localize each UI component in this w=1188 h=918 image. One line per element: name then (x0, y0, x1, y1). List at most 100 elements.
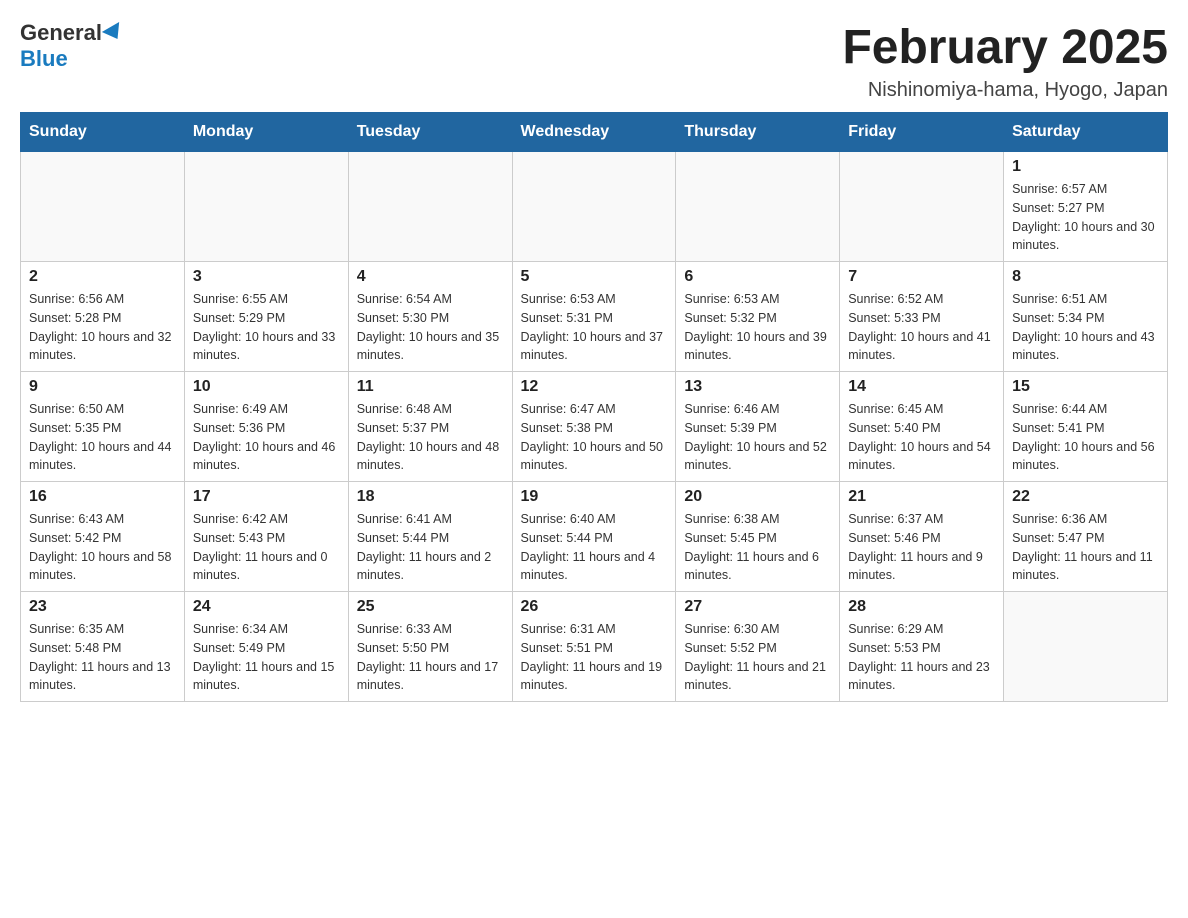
day-info: Sunrise: 6:34 AMSunset: 5:49 PMDaylight:… (193, 620, 340, 695)
calendar-cell (512, 152, 676, 262)
day-info: Sunrise: 6:52 AMSunset: 5:33 PMDaylight:… (848, 290, 995, 365)
weekday-header-sunday: Sunday (21, 113, 185, 152)
calendar-cell: 3 Sunrise: 6:55 AMSunset: 5:29 PMDaylight… (184, 262, 348, 372)
location-text: Nishinomiya-hama, Hyogo, Japan (842, 79, 1168, 102)
weekday-header-tuesday: Tuesday (348, 113, 512, 152)
logo: General Blue (20, 20, 124, 72)
weekday-header-thursday: Thursday (676, 113, 840, 152)
calendar-cell: 5 Sunrise: 6:53 AMSunset: 5:31 PMDaylight… (512, 262, 676, 372)
calendar-cell: 18 Sunrise: 6:41 AMSunset: 5:44 PMDayligh… (348, 482, 512, 592)
calendar-cell: 27 Sunrise: 6:30 AMSunset: 5:52 PMDayligh… (676, 592, 840, 702)
day-number: 22 (1012, 488, 1159, 506)
calendar-cell: 15 Sunrise: 6:44 AMSunset: 5:41 PMDayligh… (1004, 372, 1168, 482)
day-number: 15 (1012, 378, 1159, 396)
day-info: Sunrise: 6:41 AMSunset: 5:44 PMDaylight:… (357, 510, 504, 585)
day-number: 9 (29, 378, 176, 396)
week-row-4: 16 Sunrise: 6:43 AMSunset: 5:42 PMDayligh… (21, 482, 1168, 592)
day-info: Sunrise: 6:40 AMSunset: 5:44 PMDaylight:… (521, 510, 668, 585)
day-info: Sunrise: 6:51 AMSunset: 5:34 PMDaylight:… (1012, 290, 1159, 365)
calendar-cell: 6Sunrise: 6:53 AMSunset: 5:32 PMDaylight… (676, 262, 840, 372)
day-info: Sunrise: 6:53 AMSunset: 5:31 PMDaylight:… (521, 290, 668, 365)
title-area: February 2025 Nishinomiya-hama, Hyogo, J… (842, 20, 1168, 102)
day-info: Sunrise: 6:54 AMSunset: 5:30 PMDaylight:… (357, 290, 504, 365)
month-title: February 2025 (842, 20, 1168, 75)
day-number: 18 (357, 488, 504, 506)
weekday-header-wednesday: Wednesday (512, 113, 676, 152)
day-info: Sunrise: 6:35 AMSunset: 5:48 PMDaylight:… (29, 620, 176, 695)
day-number: 23 (29, 598, 176, 616)
week-row-5: 23 Sunrise: 6:35 AMSunset: 5:48 PMDayligh… (21, 592, 1168, 702)
day-info: Sunrise: 6:56 AMSunset: 5:28 PMDaylight:… (29, 290, 176, 365)
calendar-cell: 23 Sunrise: 6:35 AMSunset: 5:48 PMDayligh… (21, 592, 185, 702)
day-number: 3 (193, 268, 340, 286)
logo-blue-text: Blue (20, 46, 68, 72)
day-number: 4 (357, 268, 504, 286)
day-number: 16 (29, 488, 176, 506)
day-info: Sunrise: 6:30 AMSunset: 5:52 PMDaylight:… (684, 620, 831, 695)
day-info: Sunrise: 6:45 AMSunset: 5:40 PMDaylight:… (848, 400, 995, 475)
weekday-header-friday: Friday (840, 113, 1004, 152)
weekday-header-row: SundayMondayTuesdayWednesdayThursdayFrid… (21, 113, 1168, 152)
day-number: 20 (684, 488, 831, 506)
calendar-cell: 28Sunrise: 6:29 AMSunset: 5:53 PMDayligh… (840, 592, 1004, 702)
day-number: 10 (193, 378, 340, 396)
week-row-2: 2Sunrise: 6:56 AMSunset: 5:28 PMDaylight… (21, 262, 1168, 372)
calendar-cell: 9 Sunrise: 6:50 AMSunset: 5:35 PMDaylight… (21, 372, 185, 482)
day-number: 21 (848, 488, 995, 506)
logo-triangle-icon (102, 22, 126, 44)
calendar-cell: 17Sunrise: 6:42 AMSunset: 5:43 PMDayligh… (184, 482, 348, 592)
day-info: Sunrise: 6:46 AMSunset: 5:39 PMDaylight:… (684, 400, 831, 475)
calendar-cell: 8 Sunrise: 6:51 AMSunset: 5:34 PMDaylight… (1004, 262, 1168, 372)
weekday-header-saturday: Saturday (1004, 113, 1168, 152)
calendar-cell: 4 Sunrise: 6:54 AMSunset: 5:30 PMDaylight… (348, 262, 512, 372)
calendar-cell: 26Sunrise: 6:31 AMSunset: 5:51 PMDayligh… (512, 592, 676, 702)
day-info: Sunrise: 6:36 AMSunset: 5:47 PMDaylight:… (1012, 510, 1159, 585)
day-info: Sunrise: 6:55 AMSunset: 5:29 PMDaylight:… (193, 290, 340, 365)
day-info: Sunrise: 6:44 AMSunset: 5:41 PMDaylight:… (1012, 400, 1159, 475)
calendar-table: SundayMondayTuesdayWednesdayThursdayFrid… (20, 112, 1168, 702)
day-info: Sunrise: 6:47 AMSunset: 5:38 PMDaylight:… (521, 400, 668, 475)
day-info: Sunrise: 6:57 AMSunset: 5:27 PMDaylight:… (1012, 180, 1159, 255)
logo-general-text: General (20, 20, 102, 46)
day-info: Sunrise: 6:37 AMSunset: 5:46 PMDaylight:… (848, 510, 995, 585)
calendar-cell (21, 152, 185, 262)
weekday-header-monday: Monday (184, 113, 348, 152)
day-number: 19 (521, 488, 668, 506)
day-number: 14 (848, 378, 995, 396)
calendar-cell: 1 Sunrise: 6:57 AMSunset: 5:27 PMDaylight… (1004, 152, 1168, 262)
calendar-cell (676, 152, 840, 262)
calendar-cell (184, 152, 348, 262)
calendar-cell: 21 Sunrise: 6:37 AMSunset: 5:46 PMDayligh… (840, 482, 1004, 592)
day-number: 7 (848, 268, 995, 286)
calendar-cell: 20 Sunrise: 6:38 AMSunset: 5:45 PMDayligh… (676, 482, 840, 592)
calendar-cell: 19 Sunrise: 6:40 AMSunset: 5:44 PMDayligh… (512, 482, 676, 592)
day-info: Sunrise: 6:49 AMSunset: 5:36 PMDaylight:… (193, 400, 340, 475)
calendar-cell (1004, 592, 1168, 702)
day-number: 8 (1012, 268, 1159, 286)
calendar-cell (348, 152, 512, 262)
day-info: Sunrise: 6:38 AMSunset: 5:45 PMDaylight:… (684, 510, 831, 585)
day-info: Sunrise: 6:50 AMSunset: 5:35 PMDaylight:… (29, 400, 176, 475)
calendar-cell: 2Sunrise: 6:56 AMSunset: 5:28 PMDaylight… (21, 262, 185, 372)
calendar-cell: 22 Sunrise: 6:36 AMSunset: 5:47 PMDayligh… (1004, 482, 1168, 592)
calendar-cell: 12 Sunrise: 6:47 AMSunset: 5:38 PMDayligh… (512, 372, 676, 482)
calendar-cell: 14 Sunrise: 6:45 AMSunset: 5:40 PMDayligh… (840, 372, 1004, 482)
week-row-1: 1 Sunrise: 6:57 AMSunset: 5:27 PMDaylight… (21, 152, 1168, 262)
calendar-cell: 24Sunrise: 6:34 AMSunset: 5:49 PMDayligh… (184, 592, 348, 702)
day-number: 13 (684, 378, 831, 396)
calendar-cell: 16 Sunrise: 6:43 AMSunset: 5:42 PMDayligh… (21, 482, 185, 592)
day-number: 27 (684, 598, 831, 616)
calendar-cell: 25Sunrise: 6:33 AMSunset: 5:50 PMDayligh… (348, 592, 512, 702)
calendar-cell: 10 Sunrise: 6:49 AMSunset: 5:36 PMDayligh… (184, 372, 348, 482)
calendar-cell (840, 152, 1004, 262)
day-number: 1 (1012, 158, 1159, 176)
week-row-3: 9 Sunrise: 6:50 AMSunset: 5:35 PMDaylight… (21, 372, 1168, 482)
day-number: 5 (521, 268, 668, 286)
day-number: 6 (684, 268, 831, 286)
day-number: 26 (521, 598, 668, 616)
day-info: Sunrise: 6:33 AMSunset: 5:50 PMDaylight:… (357, 620, 504, 695)
day-number: 12 (521, 378, 668, 396)
day-info: Sunrise: 6:48 AMSunset: 5:37 PMDaylight:… (357, 400, 504, 475)
day-number: 11 (357, 378, 504, 396)
day-info: Sunrise: 6:43 AMSunset: 5:42 PMDaylight:… (29, 510, 176, 585)
